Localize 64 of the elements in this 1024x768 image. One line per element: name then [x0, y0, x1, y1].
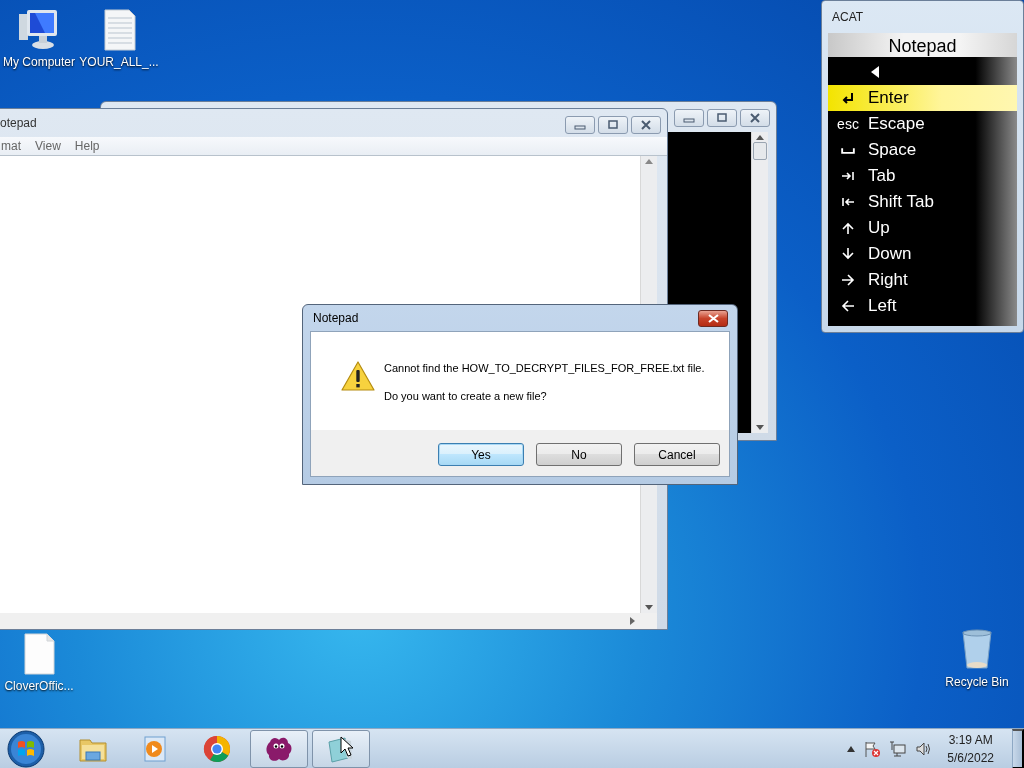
- scroll-up-arrow-icon[interactable]: [756, 135, 764, 140]
- desktop-icon-label[interactable]: My Computer: [3, 55, 75, 69]
- shift-tab-key-icon: [841, 195, 855, 209]
- key-item[interactable]: Enter: [828, 85, 1017, 111]
- close-icon: [707, 313, 719, 323]
- clock-time[interactable]: 3:19 AM: [948, 732, 993, 747]
- key-item[interactable]: Space: [828, 137, 1017, 163]
- browser-icon[interactable]: [202, 733, 232, 764]
- maximize-button[interactable]: [598, 116, 628, 134]
- scroll-down-arrow-icon[interactable]: [645, 605, 653, 610]
- maximize-icon: [607, 120, 619, 130]
- dialog-button[interactable]: Yes: [438, 443, 524, 466]
- close-button[interactable]: [698, 309, 728, 327]
- key-item[interactable]: Shift Tab: [828, 189, 1017, 215]
- up-arrow-icon: [841, 221, 855, 235]
- scroll-thumb[interactable]: [753, 142, 767, 160]
- key-item[interactable]: Up: [828, 215, 1017, 241]
- right-arrow-icon: [841, 273, 855, 287]
- escape-key-icon: esc: [837, 116, 859, 132]
- dialog-button[interactable]: Cancel: [634, 443, 720, 466]
- maximize-icon: [716, 113, 728, 123]
- clock-date[interactable]: 5/6/2022: [947, 750, 994, 765]
- dialog-button[interactable]: No: [536, 443, 622, 466]
- flag-icon[interactable]: [863, 739, 882, 758]
- key-item[interactable]: Tab: [828, 163, 1017, 189]
- desktop-icon-label[interactable]: CloverOffic...: [4, 679, 74, 693]
- horizontal-scrollbar[interactable]: [0, 613, 657, 629]
- key-item[interactable]: Down: [828, 241, 1017, 267]
- menu-item[interactable]: View: [35, 139, 61, 153]
- scroll-down-arrow-icon[interactable]: [756, 425, 764, 430]
- tab-key-icon: [841, 169, 855, 183]
- left-arrow-icon: [841, 299, 855, 313]
- network-icon[interactable]: [889, 739, 908, 758]
- scroll-up-arrow-icon[interactable]: [645, 159, 653, 164]
- window-title: otepad: [0, 116, 37, 130]
- key-item[interactable]: esc Escape: [828, 111, 1017, 137]
- panel-title: ACAT: [832, 10, 864, 24]
- enter-key-icon: [841, 91, 855, 105]
- show-desktop-button[interactable]: [1012, 728, 1024, 768]
- dialog-question: Do you want to create a new file?: [384, 390, 548, 402]
- space-key-icon: [841, 146, 855, 154]
- warning-icon: [341, 361, 375, 391]
- close-button[interactable]: [740, 109, 770, 127]
- close-icon: [749, 113, 761, 123]
- dialog-title: Notepad: [312, 311, 359, 325]
- taskbar-button[interactable]: [312, 729, 370, 768]
- start-button-icon[interactable]: [6, 728, 46, 768]
- desktop-icon-label[interactable]: Recycle Bin: [945, 675, 1009, 689]
- show-hidden-icons-icon[interactable]: [847, 745, 856, 752]
- taskbar-button[interactable]: [250, 729, 308, 768]
- key-item[interactable]: Left: [828, 293, 1017, 319]
- down-arrow-icon: [841, 247, 855, 261]
- menu-item[interactable]: Help: [74, 139, 100, 153]
- close-button[interactable]: [631, 116, 661, 134]
- close-icon: [640, 120, 652, 130]
- menu-item[interactable]: mat: [1, 139, 21, 153]
- maximize-button[interactable]: [707, 109, 737, 127]
- mouse-pointer-icon: [340, 736, 354, 758]
- dialog-message: Cannot find the HOW_TO_DECRYPT_FILES_FOR_FREE.txt file.: [384, 362, 705, 374]
- scroll-right-arrow-icon[interactable]: [630, 617, 635, 625]
- panel-header: Notepad: [828, 33, 1017, 57]
- vertical-scrollbar[interactable]: [751, 132, 768, 433]
- desktop-icon-label[interactable]: YOUR_ALL_...: [79, 55, 159, 69]
- key-item[interactable]: Right: [828, 267, 1017, 293]
